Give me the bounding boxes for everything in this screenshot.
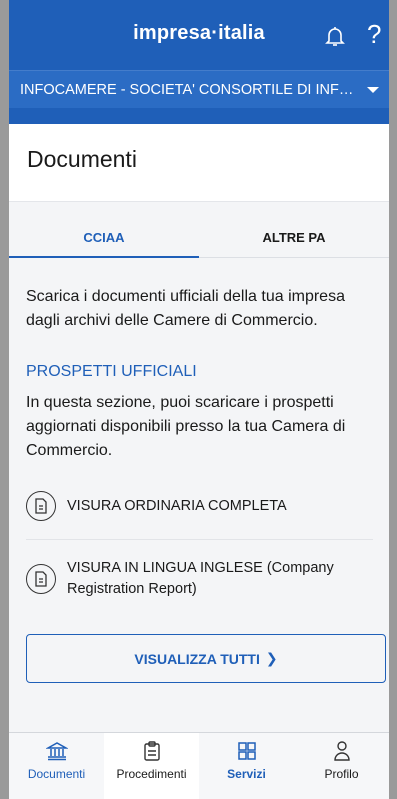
bottom-navigation: Documenti Procedimenti Servizi Profilo bbox=[9, 732, 389, 799]
nav-label: Profilo bbox=[324, 767, 359, 781]
tabs: CCIAA ALTRE PA bbox=[9, 202, 389, 258]
document-item-visura-inglese[interactable]: VISURA IN LINGUA INGLESE (Company Regist… bbox=[26, 540, 373, 618]
nav-item-procedimenti[interactable]: Procedimenti bbox=[104, 733, 199, 799]
nav-label: Documenti bbox=[27, 767, 86, 781]
nav-item-profilo[interactable]: Profilo bbox=[294, 733, 389, 799]
institution-icon bbox=[9, 739, 104, 763]
section-title: PROSPETTI UFFICIALI bbox=[26, 363, 197, 380]
page-header: Documenti bbox=[9, 124, 389, 202]
document-item-visura-ordinaria[interactable]: VISURA ORDINARIA COMPLETA bbox=[26, 483, 373, 540]
tab-altre-pa[interactable]: ALTRE PA bbox=[199, 202, 389, 257]
section-description: In questa sezione, puoi scaricare i pros… bbox=[26, 394, 346, 459]
user-icon bbox=[294, 739, 389, 763]
nav-label: Procedimenti bbox=[116, 767, 187, 781]
chevron-right-icon: ❯ bbox=[265, 650, 278, 666]
caret-down-icon bbox=[367, 86, 379, 93]
document-label: VISURA ORDINARIA COMPLETA bbox=[67, 497, 287, 514]
main-content: CCIAA ALTRE PA Scarica i documenti uffic… bbox=[9, 202, 389, 732]
app-header: impresa·italia ? INFOCAMERE - SOCIETA' C… bbox=[9, 0, 389, 124]
help-icon[interactable]: ? bbox=[367, 18, 381, 50]
view-all-button[interactable]: VISUALIZZA TUTTI ❯ bbox=[26, 634, 386, 683]
document-label: VISURA IN LINGUA INGLESE (Company Regist… bbox=[67, 560, 334, 597]
page-title: Documenti bbox=[27, 146, 137, 172]
app-frame: impresa·italia ? INFOCAMERE - SOCIETA' C… bbox=[9, 0, 389, 799]
grid-icon bbox=[199, 739, 294, 763]
document-icon bbox=[26, 564, 56, 594]
notifications-bell-icon[interactable] bbox=[323, 24, 347, 48]
company-name: INFOCAMERE - SOCIETA' CONSORTILE DI INFO… bbox=[20, 81, 357, 98]
intro-text: Scarica i documenti ufficiali della tua … bbox=[26, 288, 345, 329]
nav-label: Servizi bbox=[227, 767, 266, 781]
clipboard-icon bbox=[104, 739, 199, 763]
document-icon bbox=[26, 491, 56, 521]
document-list: VISURA ORDINARIA COMPLETA VISURA IN LING… bbox=[9, 463, 389, 618]
nav-item-documenti[interactable]: Documenti bbox=[9, 733, 104, 799]
tab-cciaa[interactable]: CCIAA bbox=[9, 202, 199, 258]
nav-item-servizi[interactable]: Servizi bbox=[199, 733, 294, 799]
company-selector[interactable]: INFOCAMERE - SOCIETA' CONSORTILE DI INFO… bbox=[9, 70, 389, 108]
view-all-label: VISUALIZZA TUTTI bbox=[134, 650, 260, 667]
